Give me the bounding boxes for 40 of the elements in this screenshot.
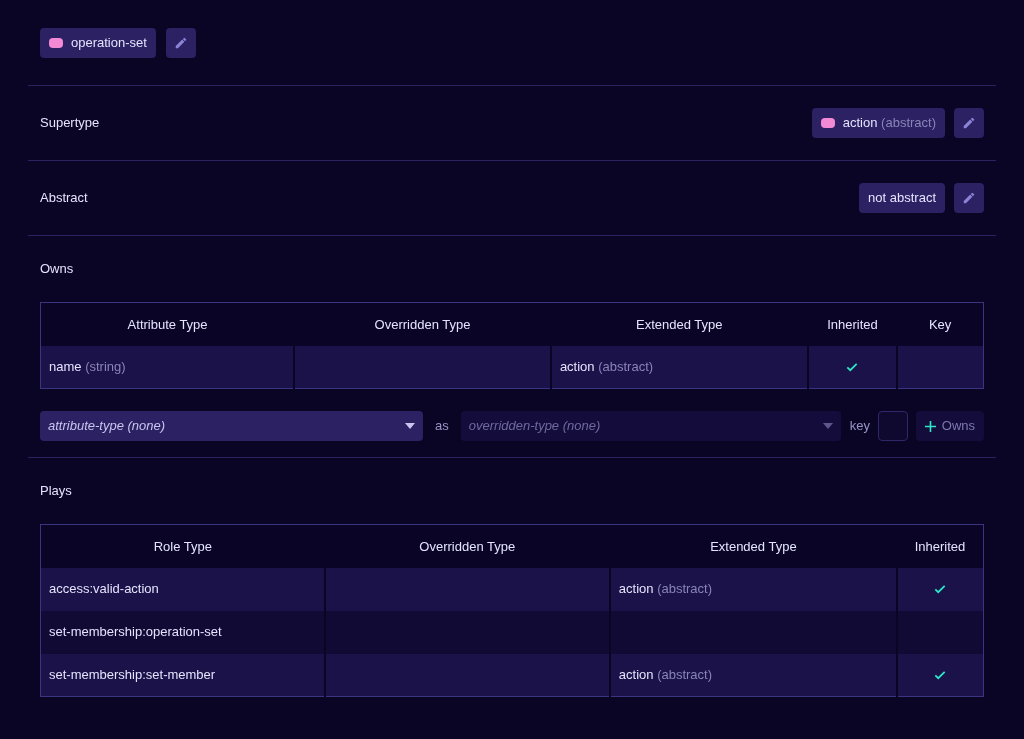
type-name: action	[842, 115, 878, 131]
pencil-icon	[173, 35, 188, 50]
abstract-value: not abstract	[859, 183, 945, 213]
type-name: action	[618, 667, 654, 682]
table-cell: set-membership:set-member	[40, 653, 325, 697]
type-qualifier: (abstract)	[598, 359, 654, 374]
column-header: Attribute Type	[40, 302, 295, 346]
pencil-icon	[962, 116, 976, 130]
section-label: Abstract	[40, 189, 88, 208]
type-qualifier: (string)	[85, 359, 126, 374]
column-header: Inherited	[896, 524, 984, 568]
pencil-icon	[962, 191, 976, 205]
column-header: Role Type	[40, 524, 325, 568]
column-header: Overridden Type	[294, 302, 551, 346]
edit-button[interactable]	[165, 27, 196, 58]
section-title: Plays	[40, 482, 73, 501]
column-header: Extended Type	[550, 302, 808, 346]
plus-icon	[924, 420, 936, 432]
type-select[interactable]: attribute-type (none)	[40, 411, 424, 441]
column-header: Extended Type	[609, 524, 897, 568]
type-qualifier: (abstract)	[657, 581, 713, 597]
type-qualifier: (abstract)	[657, 667, 713, 682]
type-name: action	[559, 359, 595, 374]
key-label: key	[848, 417, 872, 436]
add-owns-button[interactable]: Owns	[915, 411, 984, 441]
as-label: as	[434, 417, 450, 436]
type-qualifier: (abstract)	[881, 115, 936, 131]
column-header: Key	[897, 302, 984, 346]
edit-button[interactable]	[954, 183, 984, 213]
column-header: Inherited	[807, 302, 898, 346]
type-name: name	[49, 359, 82, 374]
caret-icon	[405, 423, 416, 429]
key-checkbox[interactable]	[878, 411, 908, 441]
type-name: action	[618, 581, 654, 597]
column-header: Overridden Type	[324, 524, 610, 568]
section-label: Supertype	[40, 114, 100, 133]
caret-icon	[822, 423, 833, 429]
edit-button[interactable]	[954, 108, 984, 138]
section-title: Owns	[40, 260, 75, 279]
type-label: operation-set	[40, 27, 156, 58]
